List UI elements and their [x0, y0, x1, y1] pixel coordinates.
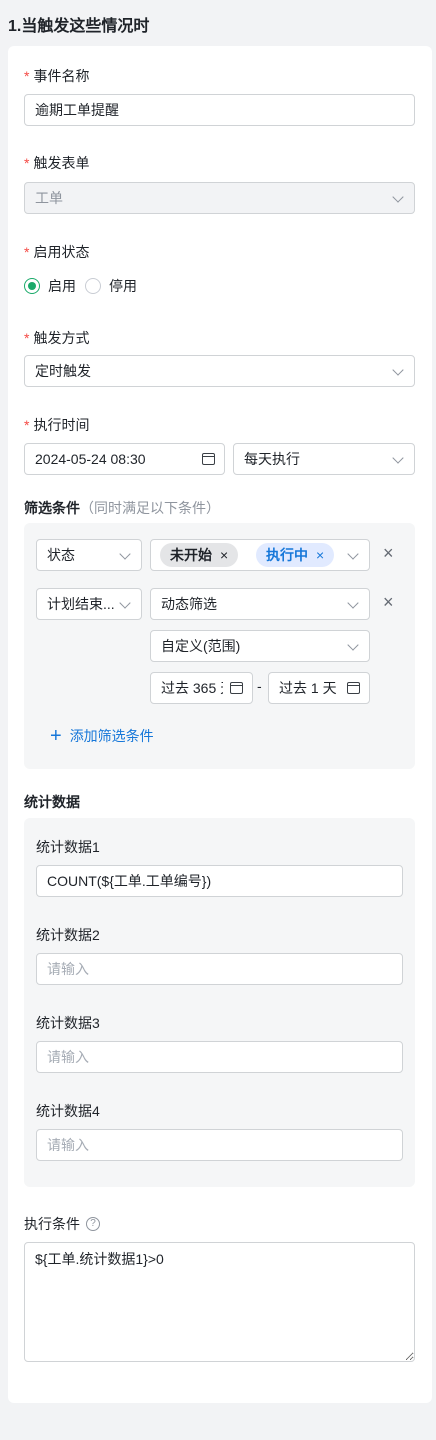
stats-3-input[interactable]: 请输入	[36, 1041, 403, 1073]
stats-4-label: 统计数据4	[36, 1103, 100, 1119]
exec-condition-textarea[interactable]: ${工单.统计数据1}>0	[24, 1242, 415, 1362]
status-label: * 启用状态	[24, 244, 90, 260]
tag-in-progress: 执行中 ×	[256, 543, 335, 567]
event-name-label: * 事件名称	[24, 68, 90, 84]
remove-filter-icon[interactable]: ×	[383, 592, 394, 613]
stats-2-label: 统计数据2	[36, 927, 100, 943]
tag-not-started: 未开始 ×	[160, 543, 239, 567]
stats-1-input[interactable]: COUNT(${工单.工单编号})	[36, 865, 403, 897]
chevron-down-icon	[347, 597, 359, 609]
range-to-input[interactable]: 过去 1 天	[268, 672, 370, 704]
exec-time-label: * 执行时间	[24, 417, 90, 433]
tag-close-icon[interactable]: ×	[220, 547, 228, 563]
chevron-down-icon	[119, 548, 131, 560]
chevron-down-icon	[392, 364, 404, 376]
chevron-down-icon	[347, 548, 359, 560]
trigger-form-label: * 触发表单	[24, 155, 90, 171]
calendar-icon	[230, 682, 243, 694]
tag-close-icon[interactable]: ×	[316, 547, 324, 563]
radio-selected-icon	[24, 278, 40, 294]
stats-label: 统计数据	[24, 794, 80, 810]
stats-4-input[interactable]: 请输入	[36, 1129, 403, 1161]
exec-datetime-picker[interactable]: 2024-05-24 08:30	[24, 443, 225, 475]
rule-form-card: * 事件名称 逾期工单提醒 * 触发表单 工单 * 启用状态 启用 停用 * 触发方式 …	[8, 46, 432, 1403]
radio-unselected-icon	[85, 278, 101, 294]
trigger-method-select[interactable]: 定时触发	[24, 355, 415, 387]
add-filter-button[interactable]: + 添加筛选条件	[50, 726, 154, 746]
chevron-down-icon	[392, 191, 404, 203]
chevron-down-icon	[119, 597, 131, 609]
filter-field-select-plan-end[interactable]: 计划结束...	[36, 588, 142, 620]
exec-condition-label: 执行条件 ?	[24, 1214, 100, 1234]
filters-panel: 状态 未开始 × 执行中 × × 计划结束... 动态筛选 × 自定义(范围) 过去…	[24, 523, 415, 769]
calendar-icon	[347, 682, 360, 694]
calendar-icon	[202, 453, 215, 465]
section-title: 1.当触发这些情况时	[8, 18, 150, 35]
trigger-form-select[interactable]: 工单	[24, 182, 415, 214]
stats-panel: 统计数据1 COUNT(${工单.工单编号}) 统计数据2 请输入 统计数据3 …	[24, 818, 415, 1187]
remove-filter-icon[interactable]: ×	[383, 543, 394, 564]
help-icon[interactable]: ?	[86, 1217, 100, 1231]
status-radio-enable[interactable]: 启用	[24, 276, 76, 296]
exec-frequency-select[interactable]: 每天执行	[233, 443, 415, 475]
status-radio-disable[interactable]: 停用	[85, 276, 137, 296]
stats-2-input[interactable]: 请输入	[36, 953, 403, 985]
range-from-input[interactable]: 过去 365 天	[150, 672, 253, 704]
trigger-method-label: * 触发方式	[24, 330, 90, 346]
filter-field-select-status[interactable]: 状态	[36, 539, 142, 571]
filter-mode-select[interactable]: 动态筛选	[150, 588, 370, 620]
stats-3-label: 统计数据3	[36, 1015, 100, 1031]
range-separator: -	[257, 678, 262, 694]
stats-1-label: 统计数据1	[36, 839, 100, 855]
event-name-input[interactable]: 逾期工单提醒	[24, 94, 415, 126]
filter-range-select[interactable]: 自定义(范围)	[150, 630, 370, 662]
filters-label: 筛选条件（同时满足以下条件）	[24, 500, 220, 516]
plus-icon: +	[50, 725, 62, 747]
chevron-down-icon	[347, 639, 359, 651]
chevron-down-icon	[392, 452, 404, 464]
